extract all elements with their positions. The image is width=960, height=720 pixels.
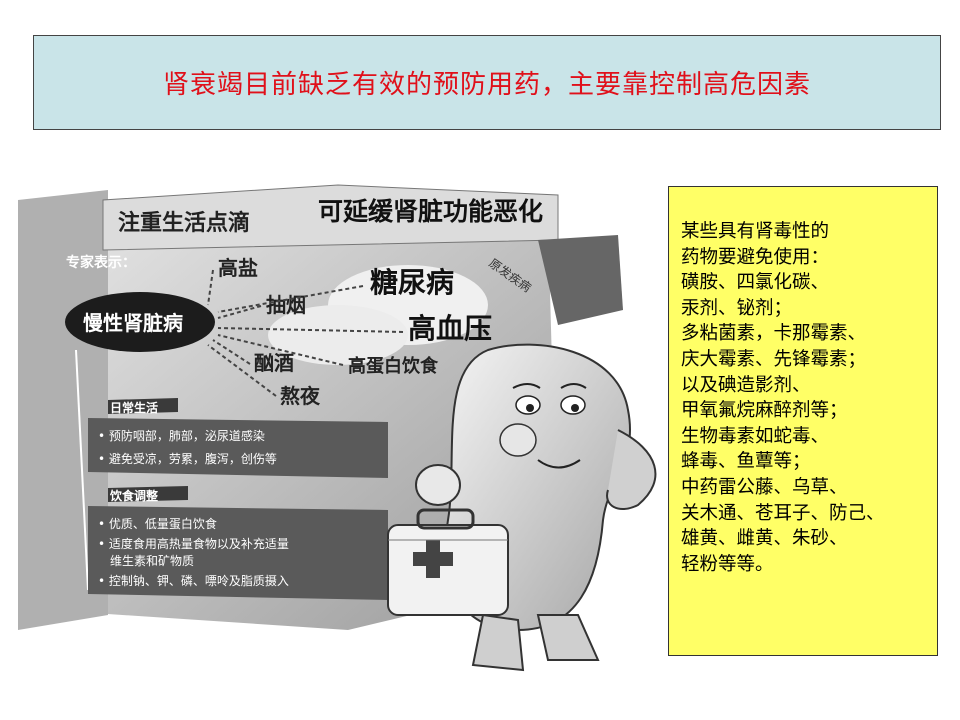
diet-item-2: • 适度食用高热量食物以及补充适量 [98,536,289,551]
diet-item-1: • 优质、低量蛋白饮食 [98,516,217,531]
kidney-poster-illustration: 注重生活点滴 可延缓肾脏功能恶化 专家表示： 慢性肾脏病 高盐 抽烟 酗酒 熬夜… [18,184,657,672]
diet-title: 饮食调整 [109,488,158,503]
side-line: 汞剂、铋剂； [681,297,793,319]
daily-item-2: • 避免受凉，劳累，腹泻，创伤等 [98,451,277,466]
slide-title: 肾衰竭目前缺乏有效的预防用药，主要靠控制高危因素 [162,70,811,100]
factor-late-nights: 熬夜 [280,384,321,408]
disease-hypertension: 高血压 [408,312,492,345]
daily-item-1: • 预防咽部，肺部，泌尿道感染 [98,428,265,443]
side-line: 雄黄、雌黄、朱砂、 [681,528,848,550]
disease-high-protein: 高蛋白饮食 [348,355,439,377]
side-line: 轻粉等等。 [681,553,774,575]
side-line: 药物要避免使用： [681,246,830,268]
nephrotoxic-drugs-box: 某些具有肾毒性的 药物要避免使用： 磺胺、四氯化碳、 汞剂、铋剂； 多粘菌素，卡… [668,186,938,656]
side-line: 生物毒素如蛇毒、 [681,425,830,447]
ckd-label: 慢性肾脏病 [83,311,183,335]
side-line: 多粘菌素，卡那霉素、 [681,323,867,345]
poster-headline-left: 注重生活点滴 [118,210,250,236]
poster-headline-right: 可延缓肾脏功能恶化 [318,197,543,226]
side-line: 中药雷公藤、乌草、 [681,476,848,498]
diet-item-4: • 控制钠、钾、磷、嘌呤及脂质摄入 [98,573,289,588]
disease-diabetes: 糖尿病 [370,266,454,299]
expert-label: 专家表示： [66,254,136,271]
side-line: 关木通、苍耳子、防己、 [681,502,885,524]
factor-salt: 高盐 [218,256,258,280]
side-line: 磺胺、四氯化碳、 [681,272,830,294]
side-line: 甲氧氟烷麻醉剂等； [681,400,848,422]
side-line: 蜂毒、鱼蕈等； [681,451,811,473]
factor-alcohol: 酗酒 [254,351,294,375]
daily-title: 日常生活 [110,400,158,415]
side-line: 某些具有肾毒性的 [681,221,830,242]
first-aid-kit-icon [387,508,509,616]
diet-item-3: 维生素和矿物质 [110,554,194,568]
side-line: 庆大霉素、先锋霉素； [681,348,867,370]
side-line: 以及碘造影剂、 [681,374,811,396]
title-banner: 肾衰竭目前缺乏有效的预防用药，主要靠控制高危因素 [33,35,941,130]
